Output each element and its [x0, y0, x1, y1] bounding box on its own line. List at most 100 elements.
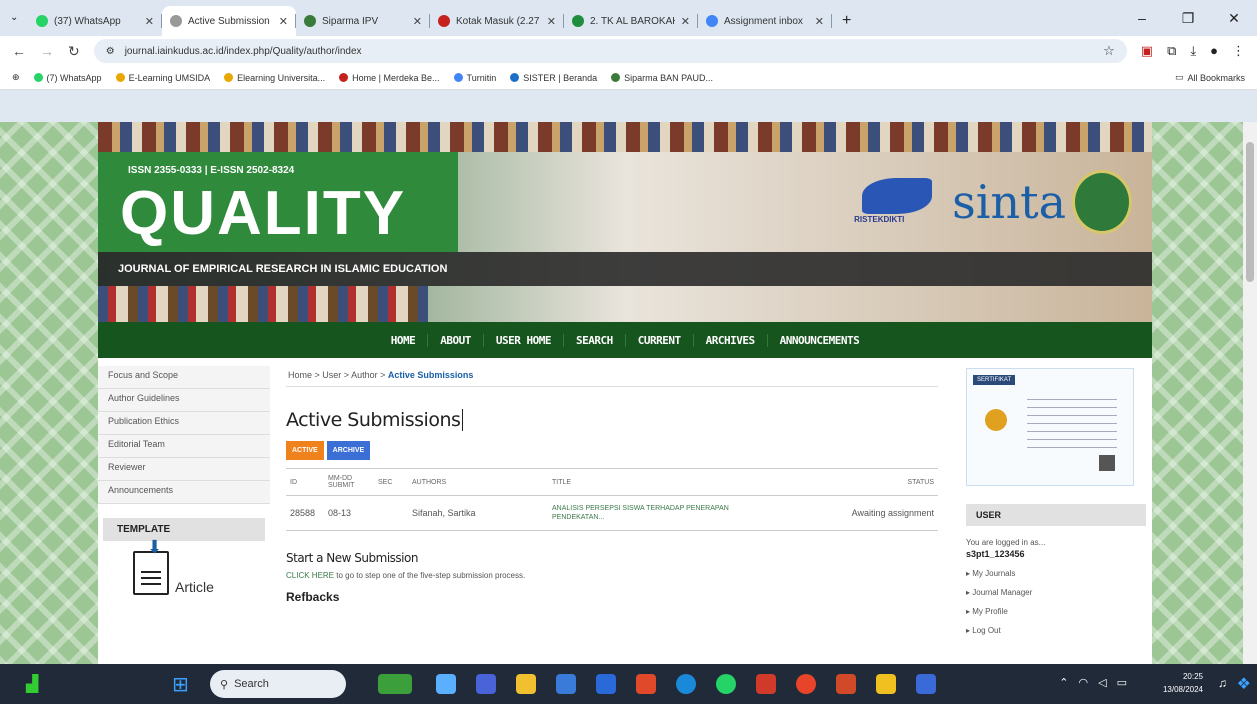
chrome-icon[interactable] [796, 674, 816, 694]
copilot-icon[interactable]: ❖ [1237, 674, 1251, 694]
column-header[interactable]: STATUS [772, 468, 938, 496]
breadcrumb-author[interactable]: Author [351, 370, 378, 380]
user-link-my-journals[interactable]: ▸ My Journals [966, 569, 1146, 578]
menu-item-current[interactable]: CURRENT [626, 333, 694, 347]
teams-icon[interactable] [476, 674, 496, 694]
minimize-button[interactable]: – [1119, 10, 1165, 26]
restore-button[interactable]: ❐ [1165, 10, 1211, 27]
tab-2[interactable]: Siparma IPV ✕ [296, 6, 430, 36]
start-button-icon[interactable]: ⊞ [172, 672, 189, 697]
powerpoint-icon[interactable] [836, 674, 856, 694]
mendeley-extension-icon[interactable]: ▣ [1141, 43, 1153, 59]
back-button[interactable]: ← [12, 43, 26, 59]
new-tab-button[interactable]: + [832, 6, 861, 36]
tab-close-icon[interactable]: ✕ [815, 15, 824, 28]
column-header[interactable]: SEC [374, 468, 408, 496]
bookmark-3[interactable]: Home | Merdeka Be... [339, 73, 440, 83]
battery-icon[interactable]: ▭ [1117, 676, 1127, 689]
breadcrumb-user[interactable]: User [322, 370, 341, 380]
profile-avatar-icon[interactable]: ● [1210, 43, 1218, 59]
apps-icon[interactable]: ⊕ [12, 72, 20, 83]
table-row: 28588 08-13 Sifanah, Sartika ANALISIS PERSE… [286, 495, 938, 531]
user-link-journal-manager[interactable]: ▸ Journal Manager [966, 588, 1146, 597]
weather-widget-icon[interactable]: ▟ [26, 674, 38, 694]
user-box-title: USER [966, 504, 1146, 526]
user-link-log-out[interactable]: ▸ Log Out [966, 626, 1146, 635]
menu-item-search[interactable]: SEARCH [564, 333, 626, 347]
firefox-icon[interactable] [636, 674, 656, 694]
column-header[interactable]: MM-DD SUBMIT [324, 468, 374, 496]
office-icon[interactable] [756, 674, 776, 694]
tab-0[interactable]: (37) WhatsApp ✕ [28, 6, 162, 36]
bookmark-1[interactable]: E-Learning UMSIDA [115, 73, 210, 83]
sticky-notes-icon[interactable] [876, 674, 896, 694]
menu-item-home[interactable]: HOME [379, 333, 429, 347]
tab-4[interactable]: 2. TK AL BAROKAH ✕ [564, 6, 698, 36]
edge-icon[interactable] [556, 674, 576, 694]
column-header[interactable]: TITLE [548, 468, 772, 496]
sidebar-item-publication-ethics[interactable]: Publication Ethics [98, 412, 270, 435]
browser-menu-icon[interactable]: ⋮ [1232, 43, 1245, 59]
bookmark-0[interactable]: (7) WhatsApp [33, 73, 102, 83]
menu-item-user-home[interactable]: USER HOME [484, 333, 565, 347]
reload-button[interactable]: ↻ [68, 43, 80, 60]
bookmark-4[interactable]: Turnitin [453, 73, 496, 83]
tab-3[interactable]: Kotak Masuk (2.27 ✕ [430, 6, 564, 36]
tab-close-icon[interactable]: ✕ [547, 15, 556, 28]
bookmark-5[interactable]: SISTER | Beranda [510, 73, 597, 83]
task-view-icon[interactable] [436, 674, 456, 694]
archive-button[interactable]: ARCHIVE [326, 441, 371, 460]
menu-item-archives[interactable]: ARCHIVES [694, 333, 768, 347]
tab-close-icon[interactable]: ✕ [145, 15, 154, 28]
forward-button[interactable]: → [40, 43, 54, 59]
sidebar-item-author-guidelines[interactable]: Author Guidelines [98, 389, 270, 412]
bookmark-star-icon[interactable]: ☆ [1103, 43, 1115, 59]
tab-label: Kotak Masuk (2.27 [456, 15, 540, 27]
bookmark-6[interactable]: Siparma BAN PAUD... [611, 73, 713, 83]
active-button[interactable]: ACTIVE [286, 441, 324, 460]
window-controls: – ❐ ✕ [1119, 0, 1257, 36]
download-icon[interactable]: ⤓ [1190, 43, 1196, 59]
wifi-icon[interactable]: ◠ [1079, 676, 1089, 689]
edge-browser-icon[interactable] [676, 674, 696, 694]
taskbar-search-box[interactable]: ⚲ Search [210, 670, 346, 698]
tab-label: (37) WhatsApp [54, 15, 121, 27]
menu-item-about[interactable]: ABOUT [428, 333, 484, 347]
tab-1[interactable]: Active Submission ✕ [162, 6, 296, 36]
tab-search-icon[interactable]: ⌄ [10, 12, 18, 23]
new-submission-link[interactable]: CLICK HERE [286, 571, 334, 580]
scrollbar-thumb[interactable] [1246, 142, 1254, 282]
tab-close-icon[interactable]: ✕ [279, 15, 288, 28]
breadcrumb-home[interactable]: Home [288, 370, 312, 380]
whatsapp-icon[interactable] [716, 674, 736, 694]
column-header[interactable]: ID [286, 468, 324, 496]
news-widget-icon[interactable] [378, 674, 412, 694]
close-window-button[interactable]: ✕ [1211, 10, 1257, 27]
volume-icon[interactable]: ◁ [1098, 676, 1106, 689]
tray-chevron-icon[interactable]: ⌃ [1059, 676, 1068, 689]
right-sidebar: SERTIFIKAT USER You are logged in as... … [956, 368, 1146, 635]
url-bar[interactable]: ⚙ journal.iainkudus.ac.id/index.php/Qual… [93, 39, 1127, 63]
article-template-link[interactable]: ⬇ Article [103, 537, 265, 605]
sidebar-item-announcements[interactable]: Announcements [98, 481, 270, 504]
tab-close-icon[interactable]: ✕ [413, 15, 422, 28]
site-info-icon[interactable]: ⚙ [106, 46, 115, 57]
file-explorer-icon[interactable] [516, 674, 536, 694]
store-icon[interactable] [596, 674, 616, 694]
user-link-my-profile[interactable]: ▸ My Profile [966, 607, 1146, 616]
page-scrollbar[interactable] [1243, 122, 1257, 664]
all-bookmarks-button[interactable]: ▭ All Bookmarks [1175, 72, 1245, 83]
tab-5[interactable]: Assignment inbox ✕ [698, 6, 832, 36]
column-header[interactable]: AUTHORS [408, 468, 548, 496]
taskbar-clock[interactable]: 20:25 13/08/2024 [1163, 670, 1203, 696]
word-icon[interactable] [916, 674, 936, 694]
cell-title[interactable]: ANALISIS PERSEPSI SISWA TERHADAP PENERAP… [548, 495, 772, 531]
sidebar-item-editorial-team[interactable]: Editorial Team [98, 435, 270, 458]
tab-close-icon[interactable]: ✕ [681, 15, 690, 28]
bookmark-2[interactable]: Elearning Universita... [224, 73, 325, 83]
extensions-puzzle-icon[interactable]: ⧉ [1167, 43, 1176, 59]
notification-bell-icon[interactable]: ♫ [1218, 676, 1227, 690]
sidebar-item-focus-and-scope[interactable]: Focus and Scope [98, 366, 270, 389]
sidebar-item-reviewer[interactable]: Reviewer [98, 458, 270, 481]
menu-item-announcements[interactable]: ANNOUNCEMENTS [768, 334, 872, 347]
